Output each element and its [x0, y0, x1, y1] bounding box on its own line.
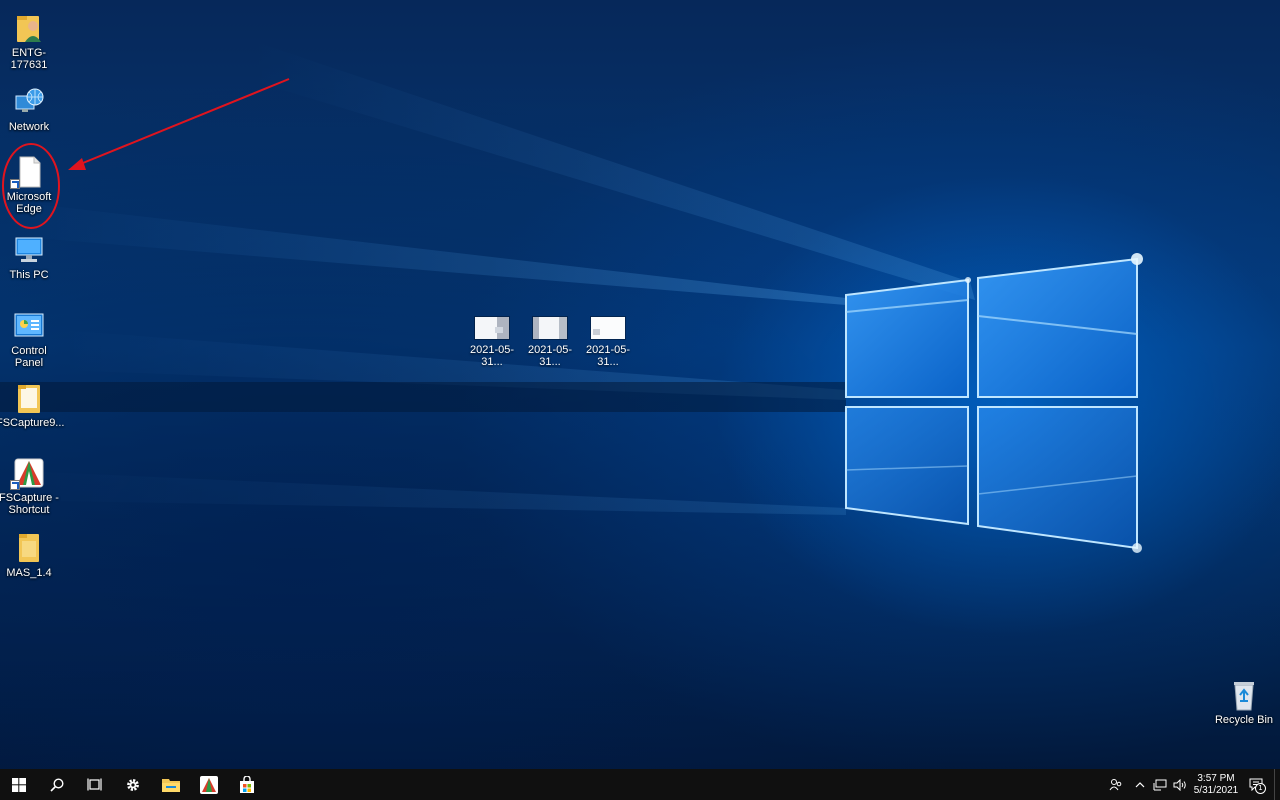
clock-time: 3:57 PM [1197, 772, 1235, 784]
show-hidden-icons-button[interactable] [1130, 769, 1150, 800]
shortcut-arrow-icon [10, 179, 20, 189]
desktop-icon-screenshot[interactable]: 2021-05-31... [578, 317, 638, 368]
desktop-icon-screenshot[interactable]: 2021-05-31... [520, 317, 580, 368]
store-button[interactable] [228, 769, 266, 800]
fscapture-taskbar-button[interactable] [190, 769, 228, 800]
network-status-icon [1153, 779, 1167, 790]
people-icon [1109, 778, 1122, 790]
desktop-icon-mas-folder[interactable]: MAS_1.4 [0, 532, 64, 579]
file-explorer-button[interactable] [152, 769, 190, 800]
image-thumbnail-icon [475, 317, 509, 339]
blank-document-shortcut-icon [10, 156, 45, 189]
windows-logo-wallpaper-art [0, 40, 1143, 553]
image-thumbnail-icon [591, 317, 625, 339]
settings-icon [127, 778, 139, 791]
task-view-button[interactable] [76, 769, 114, 800]
desktop-icon-label: FSCapture9... [0, 417, 65, 429]
desktop-icon-fscapture-folder[interactable]: FSCapture9... [0, 382, 64, 429]
screenshot-label: 2021-05-31... [585, 344, 631, 368]
network-icon [13, 86, 45, 118]
search-icon [50, 777, 64, 792]
desktop-icon-screenshot[interactable]: 2021-05-31... [462, 317, 522, 368]
desktop-icon-label: Microsoft Edge [6, 191, 52, 215]
action-center-button[interactable]: 1 [1242, 769, 1270, 800]
user-folder-icon [13, 12, 45, 44]
start-icon [12, 777, 26, 792]
desktop-icon-label: Control Panel [11, 345, 47, 369]
clock-date: 5/31/2021 [1193, 784, 1239, 796]
network-tray-button[interactable] [1150, 769, 1170, 800]
desktop-icon-fscapture-shortcut[interactable]: FSCapture - Shortcut [0, 457, 64, 516]
desktop-icon-label: This PC [9, 269, 49, 281]
volume-icon [1173, 778, 1186, 791]
desktop-icon-microsoft-edge[interactable]: Microsoft Edge [0, 156, 64, 215]
volume-button[interactable] [1170, 769, 1190, 800]
system-tray: 3:57 PM 5/31/2021 1 [1102, 769, 1280, 800]
chevron-up-icon [1135, 781, 1145, 787]
desktop-icon-label: FSCapture - Shortcut [0, 492, 59, 516]
recycle-bin-icon [1228, 679, 1260, 711]
desktop-icon-label: Network [8, 121, 50, 133]
folder-icon [13, 382, 45, 414]
store-icon [240, 775, 254, 793]
computer-icon [13, 234, 45, 266]
desktop-icon-recycle-bin[interactable]: Recycle Bin [1209, 679, 1279, 726]
control-panel-icon [13, 310, 45, 342]
desktop-icon-label: Recycle Bin [1214, 714, 1274, 726]
image-thumbnail-icon [533, 317, 567, 339]
clock[interactable]: 3:57 PM 5/31/2021 [1190, 773, 1242, 797]
show-desktop-button[interactable] [1274, 769, 1280, 800]
shortcut-arrow-icon [10, 480, 20, 490]
notification-count-badge: 1 [1255, 783, 1266, 794]
desktop-icon-label: MAS_1.4 [6, 567, 52, 579]
start-button[interactable] [0, 769, 38, 800]
desktop-icon-network[interactable]: Network [0, 86, 64, 133]
folder-icon [13, 532, 45, 564]
fscapture-icon [10, 457, 45, 490]
task-view-icon [87, 778, 102, 790]
desktop-icon-user-folder[interactable]: ENTG-177631 [0, 12, 64, 71]
screenshot-label: 2021-05-31... [527, 344, 573, 368]
desktop-wallpaper [0, 0, 1280, 769]
file-explorer-icon [162, 779, 180, 792]
taskbar: 3:57 PM 5/31/2021 1 [0, 769, 1280, 800]
settings-button[interactable] [114, 769, 152, 800]
desktop-icon-control-panel[interactable]: Control Panel [0, 310, 64, 369]
desktop-icon-this-pc[interactable]: This PC [0, 234, 64, 281]
desktop-icon-label: ENTG-177631 [10, 47, 48, 71]
fscapture-icon [200, 775, 218, 794]
screenshot-label: 2021-05-31... [469, 344, 515, 368]
search-button[interactable] [38, 769, 76, 800]
people-button[interactable] [1102, 769, 1130, 800]
